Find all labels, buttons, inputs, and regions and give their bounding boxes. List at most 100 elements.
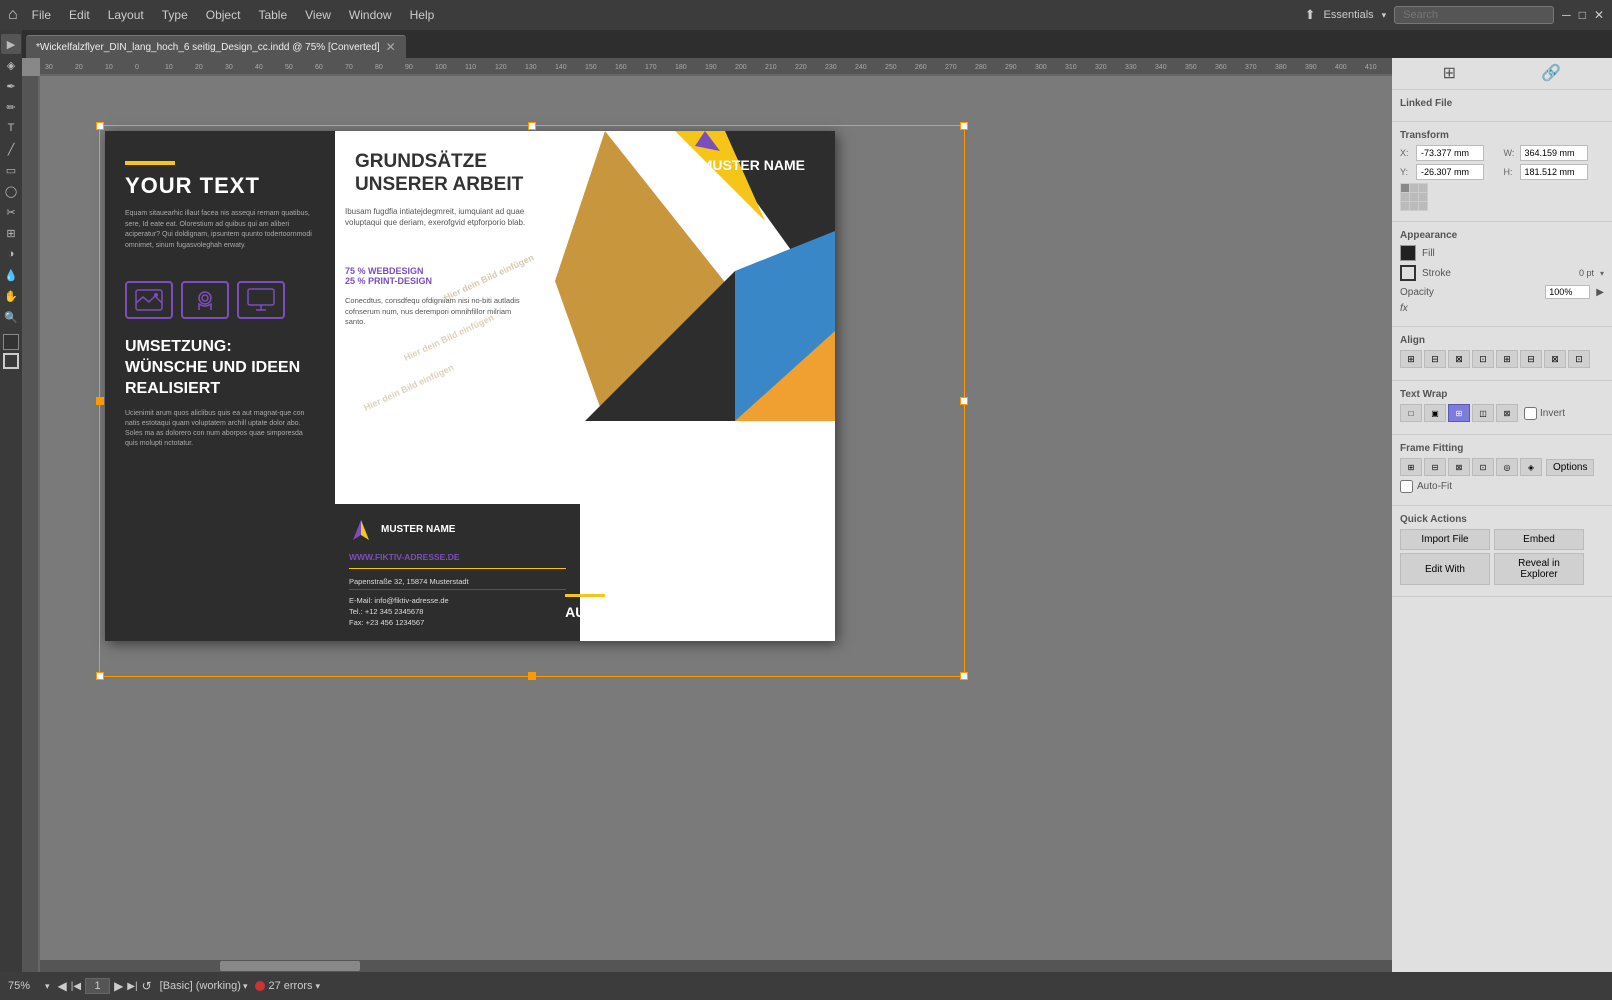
handle-mr[interactable]	[960, 397, 968, 405]
search-input[interactable]	[1394, 6, 1554, 24]
ref-tr[interactable]	[1419, 184, 1427, 192]
ff-fit-proportional-btn[interactable]: ⊟	[1424, 458, 1446, 476]
text-tool[interactable]: T	[1, 118, 21, 138]
handle-ml[interactable]	[96, 397, 104, 405]
align-center-h-btn[interactable]: ⊟	[1424, 350, 1446, 368]
page-input[interactable]	[85, 978, 110, 994]
w-input[interactable]	[1520, 145, 1588, 161]
embed-button[interactable]: Embed	[1494, 529, 1584, 550]
error-badge[interactable]: 27 errors ▾	[255, 980, 320, 992]
menu-window[interactable]: Window	[341, 6, 400, 24]
publish-icon[interactable]: ⬆	[1305, 7, 1316, 23]
ref-bc[interactable]	[1410, 202, 1418, 210]
close-icon[interactable]: ✕	[1594, 8, 1604, 22]
panel-grid-icon[interactable]: ⊞	[1443, 63, 1456, 83]
tw-jump-btn[interactable]: ⊞	[1448, 404, 1470, 422]
direct-select-tool[interactable]: ◈	[1, 55, 21, 75]
reveal-in-explorer-button[interactable]: Reveal in Explorer	[1494, 553, 1584, 585]
ff-fill-btn[interactable]: ⊞	[1400, 458, 1422, 476]
style-dropdown[interactable]: [Basic] (working) ▾	[160, 980, 248, 992]
ref-point-grid[interactable]	[1400, 183, 1428, 211]
essentials-label[interactable]: Essentials	[1324, 9, 1374, 21]
ff-fit-frame-btn[interactable]: ⊠	[1448, 458, 1470, 476]
stroke-dropdown-icon[interactable]: ▾	[1600, 269, 1604, 278]
handle-tl[interactable]	[96, 122, 104, 130]
tw-no-text-btn[interactable]: ⊠	[1496, 404, 1518, 422]
menu-help[interactable]: Help	[402, 6, 443, 24]
fx-button[interactable]: fx	[1400, 303, 1408, 314]
error-dropdown-icon[interactable]: ▾	[316, 981, 321, 992]
home-icon[interactable]: ⌂	[8, 6, 18, 24]
line-tool[interactable]: ╱	[1, 139, 21, 159]
hand-tool[interactable]: ✋	[1, 286, 21, 306]
h-scrollbar[interactable]	[40, 960, 1392, 972]
y-input[interactable]	[1416, 164, 1484, 180]
ref-mc[interactable]	[1410, 193, 1418, 201]
handle-bl[interactable]	[96, 672, 104, 680]
scissors-tool[interactable]: ✂	[1, 202, 21, 222]
menu-type[interactable]: Type	[154, 6, 196, 24]
edit-with-button[interactable]: Edit With	[1400, 553, 1490, 585]
opacity-expand-icon[interactable]: ▶	[1596, 287, 1604, 298]
align-left-btn[interactable]: ⊞	[1400, 350, 1422, 368]
maximize-icon[interactable]: □	[1579, 8, 1586, 22]
gradient-tool[interactable]: ◑	[1, 244, 21, 264]
auto-fit-checkbox[interactable]	[1400, 480, 1413, 493]
distribute-h-btn[interactable]: ⊠	[1544, 350, 1566, 368]
page-next-btn[interactable]: ▶	[114, 979, 123, 993]
handle-br[interactable]	[960, 672, 968, 680]
pen-tool[interactable]: ✒	[1, 76, 21, 96]
tab-close-button[interactable]: ✕	[386, 40, 396, 54]
menu-edit[interactable]: Edit	[61, 6, 98, 24]
stroke-color[interactable]	[3, 353, 19, 369]
ff-center-btn[interactable]: ◎	[1496, 458, 1518, 476]
invert-checkbox[interactable]	[1524, 407, 1537, 420]
stroke-swatch[interactable]	[1400, 265, 1416, 281]
rect-tool[interactable]: ▭	[1, 160, 21, 180]
eyedropper-tool[interactable]: 💧	[1, 265, 21, 285]
free-transform-tool[interactable]: ⊞	[1, 223, 21, 243]
menu-object[interactable]: Object	[198, 6, 249, 24]
tw-wrap-btn[interactable]: ▣	[1424, 404, 1446, 422]
canvas-area[interactable]: YOUR TEXT Equam sitauearhic illaut facea…	[40, 76, 1392, 972]
ff-options-button[interactable]: Options	[1546, 459, 1594, 476]
zoom-tool[interactable]: 🔍	[1, 307, 21, 327]
import-file-button[interactable]: Import File	[1400, 529, 1490, 550]
ref-tc[interactable]	[1410, 184, 1418, 192]
essentials-dropdown-icon[interactable]: ▾	[1382, 10, 1387, 21]
align-center-v-btn[interactable]: ⊞	[1496, 350, 1518, 368]
tw-next-col-btn[interactable]: ◫	[1472, 404, 1494, 422]
x-input[interactable]	[1416, 145, 1484, 161]
ff-content-frame-btn[interactable]: ⊡	[1472, 458, 1494, 476]
page-refresh-btn[interactable]: ↺	[142, 979, 152, 993]
ref-tl[interactable]	[1401, 184, 1409, 192]
ref-ml[interactable]	[1401, 193, 1409, 201]
page-first-btn[interactable]: |◀	[71, 981, 81, 992]
ref-bl[interactable]	[1401, 202, 1409, 210]
align-bottom-btn[interactable]: ⊟	[1520, 350, 1542, 368]
ff-fill2-btn[interactable]: ◈	[1520, 458, 1542, 476]
handle-tc[interactable]	[528, 122, 536, 130]
menu-view[interactable]: View	[297, 6, 339, 24]
h-scroll-thumb[interactable]	[220, 961, 360, 971]
tw-none-btn[interactable]: □	[1400, 404, 1422, 422]
page-prev-btn[interactable]: ◀	[58, 979, 67, 993]
ref-mr[interactable]	[1419, 193, 1427, 201]
ellipse-tool[interactable]: ◯	[1, 181, 21, 201]
ref-br[interactable]	[1419, 202, 1427, 210]
align-top-btn[interactable]: ⊡	[1472, 350, 1494, 368]
menu-layout[interactable]: Layout	[100, 6, 152, 24]
selection-tool[interactable]: ▶	[1, 34, 21, 54]
menu-file[interactable]: File	[24, 6, 59, 24]
zoom-dropdown-icon[interactable]: ▾	[45, 981, 50, 992]
fill-swatch[interactable]	[1400, 245, 1416, 261]
align-right-btn[interactable]: ⊠	[1448, 350, 1470, 368]
minimize-icon[interactable]: ─	[1562, 8, 1571, 22]
distribute-v-btn[interactable]: ⊡	[1568, 350, 1590, 368]
handle-tr[interactable]	[960, 122, 968, 130]
active-tab[interactable]: *Wickelfalzflyer_DIN_lang_hoch_6 seitig_…	[26, 35, 406, 58]
menu-table[interactable]: Table	[250, 6, 295, 24]
h-input[interactable]	[1520, 164, 1588, 180]
fill-color[interactable]	[3, 334, 19, 350]
panel-link-icon[interactable]: 🔗	[1541, 63, 1561, 83]
